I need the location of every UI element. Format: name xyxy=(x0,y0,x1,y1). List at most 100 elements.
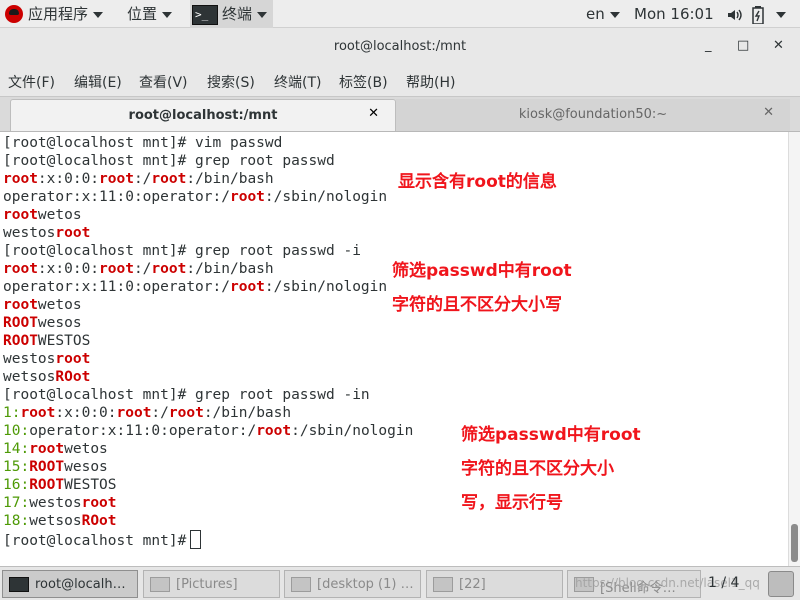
annotation-line-number-line2: 字符的且不区分大小 xyxy=(461,459,614,479)
top-panel: 应用程序 位置 >_ 终端 en Mon 16:01 xyxy=(0,0,800,28)
match-highlight: root xyxy=(3,171,38,187)
task-pictures[interactable]: [Pictures] xyxy=(143,570,280,598)
places-menu[interactable]: 位置 xyxy=(127,0,173,28)
battery-icon[interactable] xyxy=(752,0,764,28)
terminal-text: [root@localhost mnt]# grep root passwd xyxy=(3,153,335,169)
line-number: 17 xyxy=(3,495,21,511)
terminal-text: :/bin/bash xyxy=(186,171,274,187)
close-button[interactable]: ✕ xyxy=(773,38,784,53)
task-label: [Pictures] xyxy=(176,577,238,592)
menu-edit[interactable]: 编辑(E) xyxy=(74,72,122,92)
line-number: 10 xyxy=(3,423,21,439)
terminal-text: wetos xyxy=(64,441,108,457)
match-highlight: root xyxy=(151,171,187,187)
menubar: 文件(F) 编辑(E) 查看(V) 搜索(S) 终端(T) 标签(B) 帮助(H… xyxy=(0,66,800,96)
menu-search[interactable]: 搜索(S) xyxy=(207,72,255,92)
maximize-button[interactable]: □ xyxy=(737,38,749,53)
terminal-text: [root@localhost mnt]# xyxy=(3,533,187,549)
terminal-text: :/ xyxy=(133,171,152,187)
chevron-down-icon xyxy=(93,11,104,18)
terminal-text: operator:x:11:0:operator:/ xyxy=(29,423,257,439)
terminal-text: :/sbin/nologin xyxy=(291,423,414,439)
line-number: 16 xyxy=(3,477,21,493)
task-22[interactable]: [22] xyxy=(426,570,563,598)
scrollbar-thumb[interactable] xyxy=(791,524,798,562)
match-highlight: root xyxy=(151,261,187,277)
tab-label: kiosk@foundation50:~ xyxy=(518,107,668,122)
menu-help[interactable]: 帮助(H) xyxy=(406,72,455,92)
menu-view[interactable]: 查看(V) xyxy=(139,72,188,92)
chevron-down-icon xyxy=(257,11,268,18)
match-highlight: root xyxy=(55,225,91,241)
system-menu[interactable] xyxy=(771,0,786,28)
match-highlight: root xyxy=(256,423,292,439)
tab-root-localhost[interactable]: root@localhost:/mnt ✕ xyxy=(10,99,396,131)
match-highlight: root xyxy=(3,207,38,223)
clock[interactable]: Mon 16:01 xyxy=(634,0,714,28)
minimize-button[interactable]: _ xyxy=(705,38,712,53)
menu-file[interactable]: 文件(F) xyxy=(8,72,55,92)
terminal-text: :/bin/bash xyxy=(186,261,274,277)
terminal-line: wetsosROot xyxy=(3,368,90,386)
terminal-line: 10:operator:x:11:0:operator:/root:/sbin/… xyxy=(3,422,413,440)
tab-kiosk-foundation[interactable]: kiosk@foundation50:~ ✕ xyxy=(396,99,790,131)
window-icon xyxy=(150,577,170,592)
terminal-text: westos xyxy=(3,351,56,367)
task-desktop[interactable]: [desktop (1) … xyxy=(284,570,421,598)
match-highlight: root xyxy=(116,405,152,421)
terminal-line: operator:x:11:0:operator:/root:/sbin/nol… xyxy=(3,278,387,296)
tab-close-icon[interactable]: ✕ xyxy=(763,105,774,120)
terminal-line: 16:ROOTWESTOS xyxy=(3,476,117,494)
terminal-text: [root@localhost mnt]# grep root passwd -… xyxy=(3,387,370,403)
task-label: [desktop (1) … xyxy=(317,577,414,592)
menu-terminal[interactable]: 终端(T) xyxy=(274,72,321,92)
terminal-text: :/bin/bash xyxy=(203,405,292,421)
line-number: 14 xyxy=(3,441,21,457)
match-highlight: root xyxy=(99,171,134,187)
terminal-app-menu[interactable]: >_ 终端 xyxy=(190,0,274,28)
tab-close-icon[interactable]: ✕ xyxy=(368,106,379,121)
terminal-text: :/ xyxy=(133,261,152,277)
menu-tabs[interactable]: 标签(B) xyxy=(339,72,388,92)
match-highlight: ROOT xyxy=(3,333,38,349)
match-highlight: ROOT xyxy=(29,477,65,493)
terminal-line: 18:wetsosROot xyxy=(3,512,117,530)
terminal-text: :/sbin/nologin xyxy=(264,279,388,295)
applications-menu[interactable]: 应用程序 xyxy=(0,0,104,28)
match-highlight: root xyxy=(3,297,38,313)
terminal-app-label: 终端 xyxy=(222,5,253,23)
terminal-line: [root@localhost mnt]# xyxy=(3,530,202,549)
applications-label: 应用程序 xyxy=(28,5,89,23)
terminal-text: operator:x:11:0:operator:/ xyxy=(3,189,230,205)
match-highlight: root xyxy=(3,261,38,277)
window-icon xyxy=(433,577,453,592)
terminal-line: ROOTwesos xyxy=(3,314,82,332)
annotation-line-number-line3: 写，显示行号 xyxy=(461,493,563,513)
match-highlight: root xyxy=(229,189,265,205)
terminal-line: 14:rootwetos xyxy=(3,440,108,458)
line-number: 1 xyxy=(3,405,12,421)
window-titlebar[interactable]: root@localhost:/mnt _ □ ✕ xyxy=(0,28,800,66)
annotation-show-root: 显示含有root的信息 xyxy=(398,172,557,192)
terminal-output[interactable]: [root@localhost mnt]# 18:wetsosROot 17: wes… xyxy=(0,132,788,566)
tab-label: root@localhost:/mnt xyxy=(128,108,278,123)
line-number: 18 xyxy=(3,513,21,529)
chevron-down-icon xyxy=(609,11,620,18)
terminal-text: operator:x:11:0:operator:/ xyxy=(3,279,230,295)
line-number: : xyxy=(20,423,30,439)
terminal-text: wetsos xyxy=(29,513,82,529)
places-label: 位置 xyxy=(127,5,158,23)
terminal-scrollbar[interactable] xyxy=(788,132,800,566)
workspace-switcher[interactable] xyxy=(768,571,794,597)
language-indicator[interactable]: en xyxy=(586,0,620,28)
terminal-line: operator:x:11:0:operator:/root:/sbin/nol… xyxy=(3,188,387,206)
match-highlight: root xyxy=(29,441,65,457)
task-terminal[interactable]: root@localh… xyxy=(2,570,138,598)
workspace-indicator[interactable]: 1 / 4 xyxy=(708,575,739,591)
terminal-line: [root@localhost mnt]# grep root passwd xyxy=(3,152,335,170)
taskbar: root@localh… [Pictures] [desktop (1) … [… xyxy=(0,566,800,600)
match-highlight: ROOT xyxy=(3,315,38,331)
annotation-line-number-line1: 筛选passwd中有root xyxy=(461,425,641,445)
volume-icon[interactable] xyxy=(726,0,742,28)
terminal-text: [root@localhost mnt]# vim passwd xyxy=(3,135,283,151)
